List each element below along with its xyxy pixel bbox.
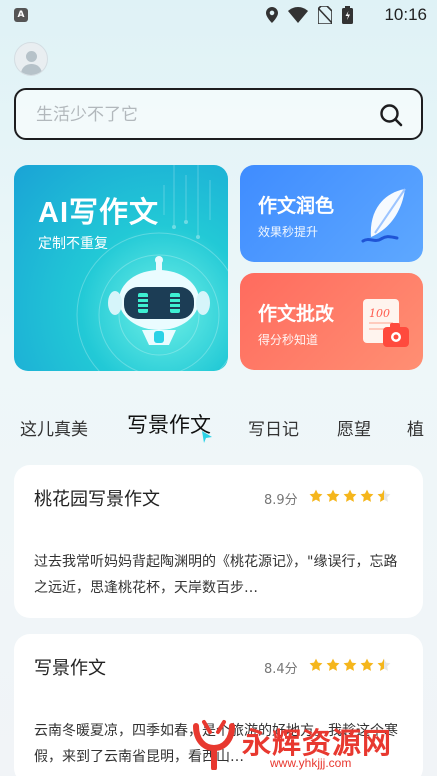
star-icon bbox=[360, 489, 374, 502]
article-card[interactable]: 桃花园写景作文 8.9分 过去我常听妈妈背起陶渊明的《桃花源记》，"缘误行，忘路… bbox=[14, 465, 423, 618]
tab-zher-zhenmei[interactable]: 这儿真美 bbox=[20, 415, 88, 440]
article-score: 8.9分 bbox=[264, 493, 298, 508]
article-title: 写景作文 bbox=[34, 658, 106, 679]
search-bar[interactable] bbox=[14, 88, 423, 140]
app-notification-icon: A bbox=[14, 8, 28, 22]
grade-title: 作文批改 bbox=[258, 303, 335, 325]
star-icon bbox=[343, 489, 357, 502]
watermark-url: www.yhkjjj.com bbox=[270, 756, 352, 770]
location-icon bbox=[266, 7, 278, 23]
feather-pen-icon bbox=[361, 188, 406, 243]
tab-yuanwang[interactable]: 愿望 bbox=[337, 415, 371, 440]
status-icons bbox=[266, 6, 353, 24]
search-input[interactable] bbox=[36, 102, 366, 128]
ai-write-title: AI写作文 bbox=[38, 197, 160, 229]
grade-subtitle: 得分秒知道 bbox=[258, 333, 319, 347]
star-icon bbox=[309, 658, 323, 671]
active-tab-indicator bbox=[202, 431, 212, 443]
star-icon bbox=[309, 489, 323, 502]
article-excerpt: 过去我常听妈妈背起陶渊明的《桃花源记》，"缘误行，忘路之远近，思逢桃花杯，天岸数… bbox=[34, 554, 398, 596]
star-icon bbox=[326, 658, 340, 671]
no-sim-icon bbox=[318, 6, 332, 24]
score-paper-camera-icon: 100 bbox=[363, 299, 409, 347]
grade-badge-text: 100 bbox=[369, 307, 390, 320]
star-icon bbox=[360, 658, 374, 671]
grade-card[interactable]: 作文批改 得分秒知道 100 bbox=[240, 273, 423, 370]
avatar-head bbox=[26, 51, 37, 62]
star-icon bbox=[343, 658, 357, 671]
watermark-logo: 永辉资源网 www.yhkjjj.com bbox=[190, 716, 430, 774]
polish-subtitle: 效果秒提升 bbox=[258, 225, 319, 239]
rating-stars bbox=[309, 489, 391, 503]
polish-title: 作文润色 bbox=[258, 195, 335, 217]
article-title: 桃花园写景作文 bbox=[34, 489, 160, 510]
category-tabs: 这儿真美 写景作文 写日记 愿望 植 bbox=[0, 405, 437, 445]
status-time: 10:16 bbox=[384, 5, 427, 24]
article-score: 8.4分 bbox=[264, 662, 298, 677]
rating-stars bbox=[309, 658, 391, 672]
ai-write-subtitle: 定制不重复 bbox=[38, 236, 108, 252]
wifi-icon bbox=[288, 7, 308, 23]
tab-xie-riji[interactable]: 写日记 bbox=[248, 415, 299, 440]
half-star-icon bbox=[377, 489, 391, 502]
star-icon bbox=[326, 489, 340, 502]
status-bar: A 10:16 bbox=[0, 0, 437, 30]
avatar-body bbox=[21, 64, 42, 75]
tab-xiejing-zuowen[interactable]: 写景作文 bbox=[127, 409, 211, 439]
half-star-icon bbox=[377, 658, 391, 671]
avatar[interactable] bbox=[14, 42, 48, 76]
ai-write-card[interactable]: AI写作文 定制不重复 bbox=[14, 165, 228, 371]
search-icon[interactable] bbox=[379, 103, 403, 127]
polish-card[interactable]: 作文润色 效果秒提升 bbox=[240, 165, 423, 262]
watermark-emblem-icon bbox=[193, 720, 235, 770]
battery-icon bbox=[342, 6, 353, 24]
tab-zhi[interactable]: 植 bbox=[407, 415, 424, 440]
